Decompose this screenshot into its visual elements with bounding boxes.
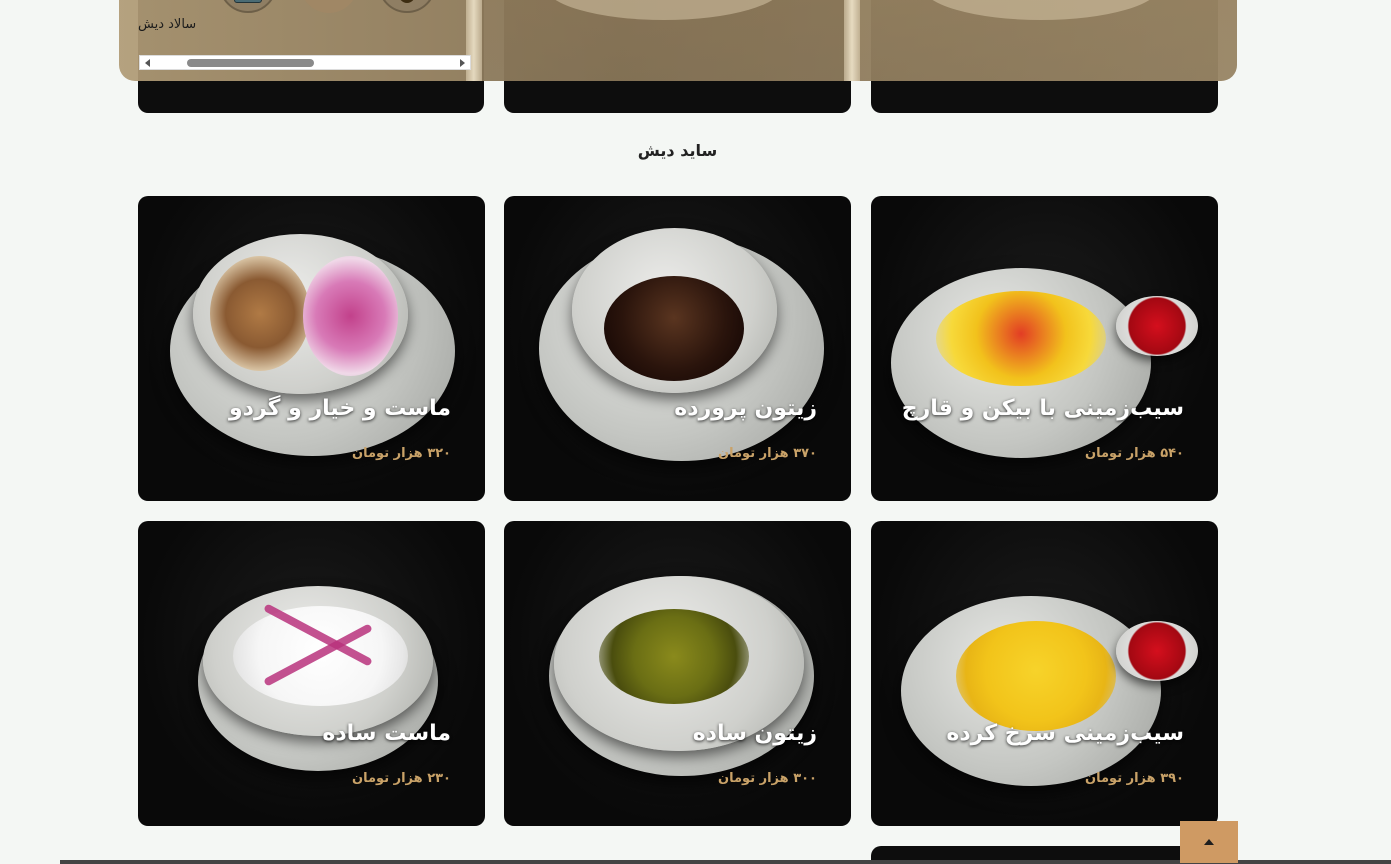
category-label[interactable]: سالاد دیش [138,17,196,32]
dish-food [956,621,1116,731]
product-name: زیتون ساده [692,721,817,746]
product-card[interactable]: ماست ساده ۲۳۰ هزار تومان [138,521,485,826]
ketchup-bowl [1116,621,1198,681]
dish-food [604,276,744,381]
product-price: ۳۰۰ هزار تومان [718,771,817,786]
category-item[interactable] [219,0,277,13]
product-name: زیتون پرورده [674,396,817,421]
menu-page: سالاد دیش ساید دیش سیب‌زمینی با بیکن و ق… [0,0,1391,864]
chevron-up-icon [1204,839,1214,845]
product-price: ۳۲۰ هزار تومان [352,446,451,461]
category-bar-backdrop [851,0,1237,81]
scroll-left-icon[interactable] [145,59,150,67]
scroll-right-icon[interactable] [460,59,465,67]
dish-food [936,291,1106,386]
divider [844,0,860,81]
category-item[interactable] [378,0,436,13]
horizontal-scrollbar[interactable] [139,55,471,70]
plate-icon [234,0,262,3]
product-price: ۵۴۰ هزار تومان [1085,446,1184,461]
product-name: ماست ساده [322,721,451,746]
category-bar-backdrop [474,0,849,81]
ketchup-bowl [1116,296,1198,356]
dish-topping [303,256,398,376]
dish-food [599,609,749,704]
product-price: ۲۳۰ هزار تومان [352,771,451,786]
product-price: ۳۷۰ هزار تومان [718,446,817,461]
product-name: ماست و خیار و گردو [229,396,451,421]
gear-badge-icon [399,0,415,3]
product-card[interactable]: سیب‌زمینی با بیکن و قارچ ۵۴۰ هزار تومان [871,196,1218,501]
product-card[interactable]: سیب‌زمینی سرخ کرده ۳۹۰ هزار تومان [871,521,1218,826]
category-bar: سالاد دیش [119,0,1237,81]
category-item[interactable] [300,0,358,13]
product-name: سیب‌زمینی با بیکن و قارچ [901,396,1184,421]
product-card[interactable]: زیتون ساده ۳۰۰ هزار تومان [504,521,851,826]
dish-food [210,256,310,371]
product-card[interactable]: ماست و خیار و گردو ۳۲۰ هزار تومان [138,196,485,501]
section-title: ساید دیش [637,141,718,160]
product-price: ۳۹۰ هزار تومان [1085,771,1184,786]
product-card[interactable]: زیتون پرورده ۳۷۰ هزار تومان [504,196,851,501]
scrollbar-thumb[interactable] [187,59,314,67]
product-name: سیب‌زمینی سرخ کرده [946,721,1184,746]
scroll-to-top-button[interactable] [1180,821,1238,863]
